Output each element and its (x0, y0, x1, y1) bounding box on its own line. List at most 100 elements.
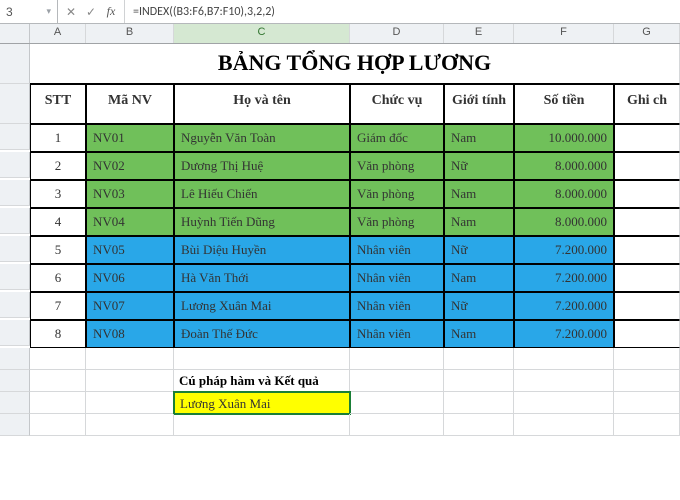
cell[interactable] (514, 348, 614, 370)
cell-ma-nv[interactable]: NV03 (86, 180, 174, 208)
hdr-chuc-vu[interactable]: Chức vụ (350, 84, 444, 124)
row-head[interactable] (0, 124, 30, 150)
cell-so-tien[interactable]: 7.200.000 (514, 292, 614, 320)
name-box[interactable]: 3 ▾ (0, 0, 58, 23)
cell-ho-ten[interactable]: Lê Hiếu Chiến (174, 180, 350, 208)
cell-chuc-vu[interactable]: Văn phòng (350, 180, 444, 208)
enter-icon[interactable]: ✓ (84, 5, 98, 19)
cell-ho-ten[interactable]: Dương Thị Huệ (174, 152, 350, 180)
cell-so-tien[interactable]: 7.200.000 (514, 264, 614, 292)
hdr-gioi-tinh[interactable]: Giới tính (444, 84, 514, 124)
name-box-dropdown-icon[interactable]: ▾ (46, 6, 51, 17)
cell[interactable] (444, 370, 514, 392)
cell[interactable] (350, 414, 444, 436)
row-head[interactable] (0, 152, 30, 178)
cell[interactable] (86, 414, 174, 436)
formula-input[interactable] (125, 0, 680, 23)
cell-ghi-chu[interactable] (614, 180, 680, 208)
cell-chuc-vu[interactable]: Nhân viên (350, 264, 444, 292)
hdr-ghi-chu[interactable]: Ghi ch (614, 84, 680, 124)
cell-gioi-tinh[interactable]: Nam (444, 320, 514, 348)
cell-stt[interactable]: 4 (30, 208, 86, 236)
cell-gioi-tinh[interactable]: Nam (444, 124, 514, 152)
fx-icon[interactable]: fx (104, 5, 118, 19)
cell-ho-ten[interactable]: Hà Văn Thới (174, 264, 350, 292)
cell-stt[interactable]: 7 (30, 292, 86, 320)
cell-ma-nv[interactable]: NV08 (86, 320, 174, 348)
cell[interactable] (86, 370, 174, 392)
cell-ho-ten[interactable]: Bùi Diệu Huyền (174, 236, 350, 264)
sheet-title[interactable]: BẢNG TỔNG HỢP LƯƠNG (30, 44, 680, 84)
cell-gioi-tinh[interactable]: Nữ (444, 292, 514, 320)
cell[interactable] (30, 414, 86, 436)
cell-ghi-chu[interactable] (614, 292, 680, 320)
cell-so-tien[interactable]: 10.000.000 (514, 124, 614, 152)
cell[interactable] (174, 348, 350, 370)
cell[interactable] (30, 348, 86, 370)
cell-ma-nv[interactable]: NV07 (86, 292, 174, 320)
row-head[interactable] (0, 292, 30, 318)
row-head[interactable] (0, 180, 30, 206)
cell-gioi-tinh[interactable]: Nữ (444, 236, 514, 264)
cell-chuc-vu[interactable]: Văn phòng (350, 152, 444, 180)
cell-chuc-vu[interactable]: Nhân viên (350, 320, 444, 348)
cell[interactable] (174, 414, 350, 436)
cell[interactable] (444, 392, 514, 414)
cell-ma-nv[interactable]: NV05 (86, 236, 174, 264)
cell-stt[interactable]: 1 (30, 124, 86, 152)
cell-ghi-chu[interactable] (614, 152, 680, 180)
cell[interactable] (514, 414, 614, 436)
hdr-so-tien[interactable]: Số tiền (514, 84, 614, 124)
cell-stt[interactable]: 6 (30, 264, 86, 292)
col-head-G[interactable]: G (614, 24, 680, 43)
cell-ghi-chu[interactable] (614, 264, 680, 292)
row-head[interactable] (0, 236, 30, 262)
cell[interactable] (614, 392, 680, 414)
col-head-C[interactable]: C (174, 24, 350, 43)
cell-chuc-vu[interactable]: Giám đốc (350, 124, 444, 152)
row-head[interactable] (0, 370, 30, 392)
row-head[interactable] (0, 84, 30, 124)
col-head-B[interactable]: B (86, 24, 174, 43)
cell[interactable] (444, 348, 514, 370)
cell[interactable] (614, 370, 680, 392)
cell-ma-nv[interactable]: NV01 (86, 124, 174, 152)
col-head-F[interactable]: F (514, 24, 614, 43)
cell[interactable] (350, 348, 444, 370)
cell-so-tien[interactable]: 7.200.000 (514, 236, 614, 264)
row-head[interactable] (0, 348, 30, 370)
cell-stt[interactable]: 2 (30, 152, 86, 180)
hdr-ma-nv[interactable]: Mã NV (86, 84, 174, 124)
cell-gioi-tinh[interactable]: Nam (444, 264, 514, 292)
cell[interactable] (30, 392, 86, 414)
row-head[interactable] (0, 392, 30, 414)
cell[interactable] (614, 414, 680, 436)
cell-ghi-chu[interactable] (614, 320, 680, 348)
cell-gioi-tinh[interactable]: Nam (444, 180, 514, 208)
hdr-stt[interactable]: STT (30, 84, 86, 124)
cell-gioi-tinh[interactable]: Nữ (444, 152, 514, 180)
cell-so-tien[interactable]: 7.200.000 (514, 320, 614, 348)
select-all-corner[interactable] (0, 24, 30, 43)
hdr-ho-ten[interactable]: Họ và tên (174, 84, 350, 124)
active-cell[interactable]: Lương Xuân Mai (174, 392, 350, 414)
cell-chuc-vu[interactable]: Văn phòng (350, 208, 444, 236)
cell-ho-ten[interactable]: Huỳnh Tiến Dũng (174, 208, 350, 236)
cell[interactable] (614, 348, 680, 370)
cell[interactable] (350, 392, 444, 414)
worksheet[interactable]: BẢNG TỔNG HỢP LƯƠNG STT Mã NV Họ và tên … (0, 44, 680, 436)
cell-stt[interactable]: 8 (30, 320, 86, 348)
cell-chuc-vu[interactable]: Nhân viên (350, 236, 444, 264)
row-head[interactable] (0, 208, 30, 234)
cell-chuc-vu[interactable]: Nhân viên (350, 292, 444, 320)
cell[interactable] (350, 370, 444, 392)
cell-so-tien[interactable]: 8.000.000 (514, 180, 614, 208)
cancel-icon[interactable]: ✕ (64, 5, 78, 19)
cell[interactable] (514, 392, 614, 414)
row-head[interactable] (0, 414, 30, 436)
cell[interactable] (444, 414, 514, 436)
row-head[interactable] (0, 44, 30, 84)
cell-ghi-chu[interactable] (614, 208, 680, 236)
col-head-E[interactable]: E (444, 24, 514, 43)
cell-so-tien[interactable]: 8.000.000 (514, 208, 614, 236)
